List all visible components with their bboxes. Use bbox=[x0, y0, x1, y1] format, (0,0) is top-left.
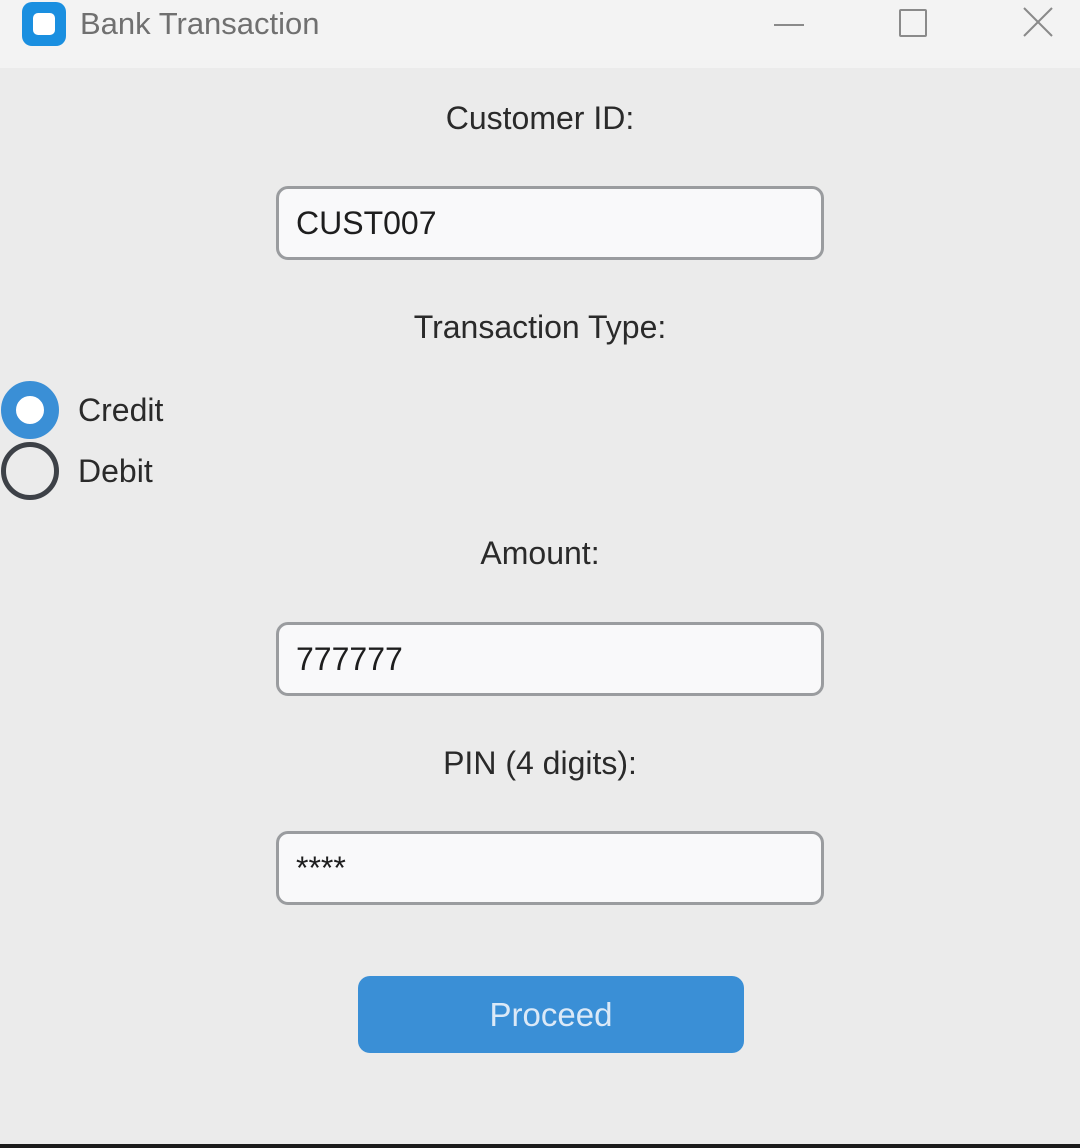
minimize-button[interactable] bbox=[760, 0, 820, 50]
minimize-icon bbox=[774, 24, 804, 26]
transaction-type-label: Transaction Type: bbox=[413, 309, 667, 345]
radio-unchecked-icon bbox=[1, 442, 59, 500]
proceed-button[interactable]: Proceed bbox=[358, 976, 744, 1053]
window-title: Bank Transaction bbox=[80, 6, 320, 41]
amount-label: Amount: bbox=[480, 535, 600, 571]
close-button[interactable] bbox=[1008, 0, 1068, 50]
maximize-button[interactable] bbox=[880, 0, 940, 50]
radio-checked-icon bbox=[1, 381, 59, 439]
pin-label: PIN (4 digits): bbox=[443, 745, 637, 781]
window-bottom-border bbox=[0, 1144, 1080, 1148]
radio-credit[interactable]: Credit bbox=[0, 380, 260, 440]
radio-debit-label: Debit bbox=[78, 453, 153, 489]
pin-input[interactable] bbox=[276, 831, 824, 905]
amount-input[interactable] bbox=[276, 622, 824, 696]
radio-debit[interactable]: Debit bbox=[0, 441, 260, 501]
bank-transaction-window: Bank Transaction Customer ID: Transactio… bbox=[0, 0, 1080, 1148]
customer-id-label: Customer ID: bbox=[445, 100, 635, 136]
close-icon bbox=[1023, 7, 1053, 37]
radio-credit-label: Credit bbox=[78, 392, 164, 428]
app-icon bbox=[22, 2, 66, 46]
title-bar[interactable]: Bank Transaction bbox=[0, 0, 1080, 68]
customer-id-input[interactable] bbox=[276, 186, 824, 260]
maximize-icon bbox=[899, 9, 927, 37]
